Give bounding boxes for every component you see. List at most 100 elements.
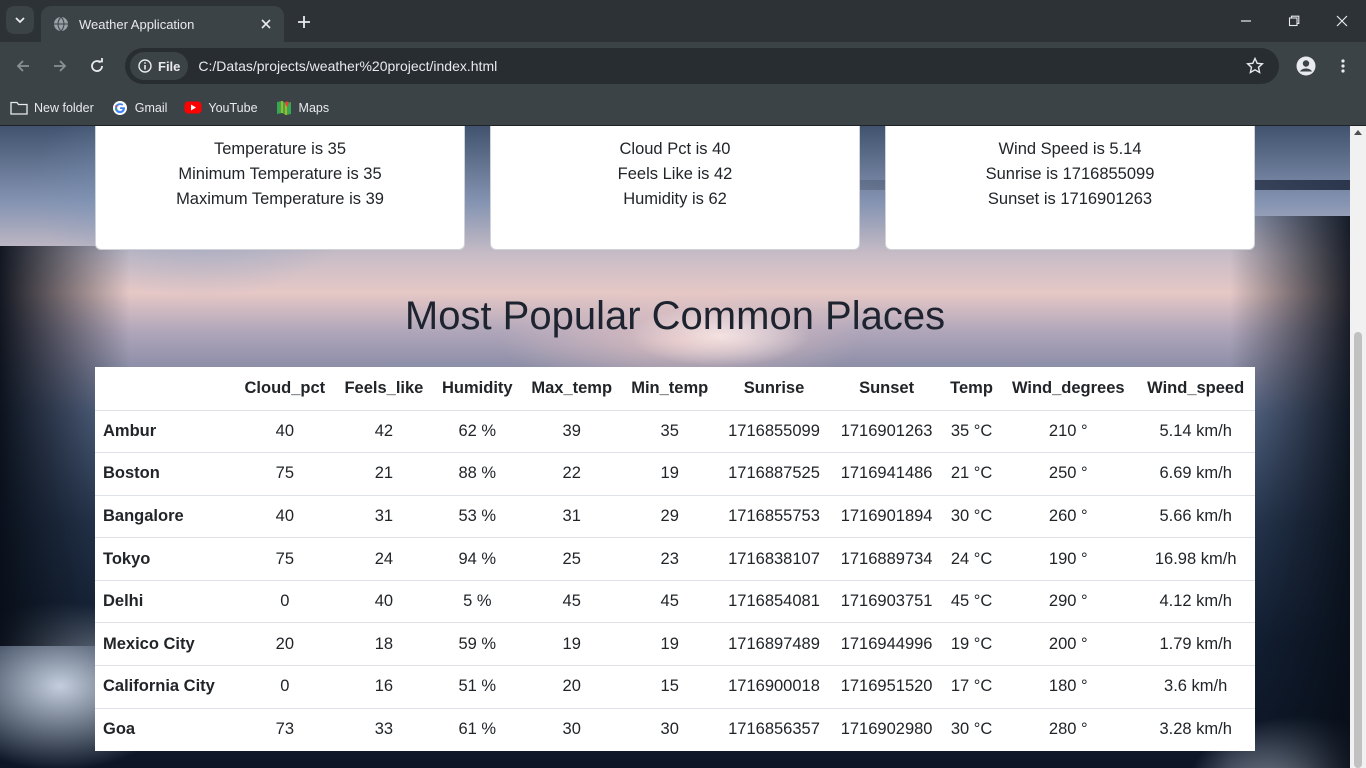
table-cell: 1716889734 — [830, 537, 943, 581]
table-cell: 30 °C — [950, 720, 993, 739]
address-bar[interactable]: File C:/Datas/projects/weather%20project… — [125, 48, 1279, 84]
place-name-cell: Tokyo — [95, 537, 235, 581]
table-cell: 1716854081 — [717, 580, 831, 624]
column-header: Wind_speed — [1136, 367, 1255, 411]
table-cell: 51 % — [432, 665, 522, 709]
reload-icon — [91, 58, 103, 72]
place-name-cell: California City — [95, 665, 235, 709]
bookmark-label: Maps — [298, 100, 330, 115]
table-cell: 21 — [334, 452, 433, 496]
url-text[interactable]: C:/Datas/projects/weather%20project/inde… — [198, 58, 1241, 74]
new-tab-button[interactable] — [290, 8, 318, 36]
place-name-cell: Bangalore — [95, 495, 235, 539]
arrow-right-icon — [54, 60, 67, 72]
bookmark-new-folder[interactable]: New folder — [10, 100, 94, 116]
table-cell: 40 — [234, 495, 335, 539]
table-cell: 190 ° — [1000, 537, 1137, 581]
table-cell: 30 — [660, 720, 679, 739]
table-cell: 280 ° — [1048, 720, 1088, 739]
table-cell: 180 ° — [1000, 665, 1137, 709]
table-cell: 24 °C — [942, 537, 1001, 581]
bookmark-label: New folder — [34, 100, 94, 115]
table-cell: 16 — [334, 665, 433, 709]
table-cell: 22 — [521, 452, 622, 496]
column-header: Max_temp — [521, 367, 622, 411]
close-window-button[interactable] — [1318, 0, 1366, 42]
tab-title: Weather Application — [79, 16, 195, 32]
bookmark-label: Gmail — [134, 100, 168, 115]
card-line: Sunrise is 1716855099 — [985, 165, 1155, 183]
bookmark-gmail[interactable]: Gmail — [111, 100, 168, 116]
table-cell: 260 ° — [1000, 495, 1137, 539]
table-cell: 250 ° — [1000, 452, 1137, 496]
forward-button[interactable] — [46, 52, 74, 80]
menu-button[interactable] — [1329, 52, 1357, 80]
table-row: Tokyo 75 24 94 % 25 23 1716838107 1716889734 24 … — [95, 537, 1255, 581]
table-cell: 45 °C — [942, 580, 1001, 624]
table-cell: 88 % — [432, 452, 522, 496]
table-cell: 19 — [621, 452, 718, 496]
restore-icon — [1288, 15, 1300, 27]
table-cell: 75 — [234, 537, 335, 581]
bookmark-youtube[interactable]: YouTube — [184, 100, 258, 116]
table-row: Mexico City 20 18 59 % 19 19 1716897489 1716944… — [95, 622, 1255, 667]
close-icon — [1336, 15, 1348, 27]
table-cell: 24 — [334, 537, 433, 581]
place-name-cell: Ambur — [95, 410, 235, 454]
table-cell: 17 °C — [942, 665, 1001, 709]
table-cell: 53 % — [432, 495, 522, 539]
reload-button[interactable] — [83, 52, 111, 80]
bookmark-star-button[interactable] — [1241, 52, 1269, 80]
bookmarks-bar: New folder Gmail YouTube Maps — [0, 90, 1366, 126]
restore-button[interactable] — [1270, 0, 1318, 42]
site-info-chip[interactable]: File — [130, 52, 189, 80]
table-cell: 1716951520 — [830, 665, 943, 709]
table-cell: 35 — [621, 410, 718, 454]
table-cell: 5.66 km/h — [1136, 495, 1255, 539]
table-cell: 33 — [374, 720, 394, 739]
scrollbar-thumb[interactable] — [1354, 332, 1362, 768]
bookmark-maps[interactable]: Maps — [275, 100, 330, 116]
table-cell: 1716838107 — [717, 537, 831, 581]
table-cell: 42 — [334, 410, 433, 454]
column-header: Min_temp — [621, 367, 718, 411]
table-body: Ambur 40 42 62 % 39 35 1716855099 1716901263 35 … — [95, 410, 1255, 751]
table-cell: 30 — [562, 720, 581, 739]
table-cell: 40 — [234, 410, 335, 454]
page-scrollbar[interactable] — [1350, 126, 1366, 768]
table-cell: 31 — [521, 495, 622, 539]
table-cell: 29 — [621, 495, 718, 539]
tab-search-button[interactable] — [6, 6, 34, 34]
table-row: Ambur 40 42 62 % 39 35 1716855099 1716901263 35 … — [95, 410, 1255, 454]
table-cell: 4.12 km/h — [1136, 580, 1255, 624]
card-line: Temperature is 35 — [213, 140, 347, 158]
close-tab-button[interactable] — [256, 14, 276, 34]
column-header: Cloud_pct — [234, 367, 335, 411]
back-button[interactable] — [9, 52, 37, 80]
chevron-down-icon — [15, 17, 25, 24]
temperature-card: Temperature is 35 Minimum Temperature is… — [95, 126, 465, 250]
table-cell: 21 °C — [942, 452, 1001, 496]
table-cell: 6.69 km/h — [1136, 452, 1255, 496]
table-cell: 18 — [334, 622, 433, 667]
table-row: California City 0 16 51 % 20 15 1716900018 1716… — [95, 665, 1255, 709]
table-row: Goa 73 33 61 % 30 30 1716856357 1716902980 30 °C… — [95, 708, 1255, 751]
youtube-icon — [184, 100, 202, 116]
minimize-button[interactable] — [1222, 0, 1270, 42]
arrow-left-icon — [16, 60, 29, 72]
column-header: Temp — [942, 367, 1001, 411]
scroll-up-arrow-icon[interactable] — [1354, 130, 1362, 135]
table-cell: 19 — [521, 622, 622, 667]
tab-weather-application[interactable]: Weather Application — [41, 6, 284, 42]
place-name-cell: Delhi — [95, 580, 235, 624]
table-cell: 1716902980 — [840, 720, 933, 739]
card-line: Maximum Temperature is 39 — [176, 190, 384, 208]
table-cell: 1716903751 — [830, 580, 943, 624]
places-table-container: Cloud_pct Feels_like Humidity Max_temp Min_t… — [95, 367, 1255, 751]
profile-button[interactable] — [1292, 52, 1320, 80]
table-cell: 1716901263 — [830, 410, 943, 454]
profile-icon — [1296, 56, 1316, 76]
table-cell: 1716901894 — [830, 495, 943, 539]
table-cell: 20 — [521, 665, 622, 709]
folder-icon — [10, 100, 28, 116]
